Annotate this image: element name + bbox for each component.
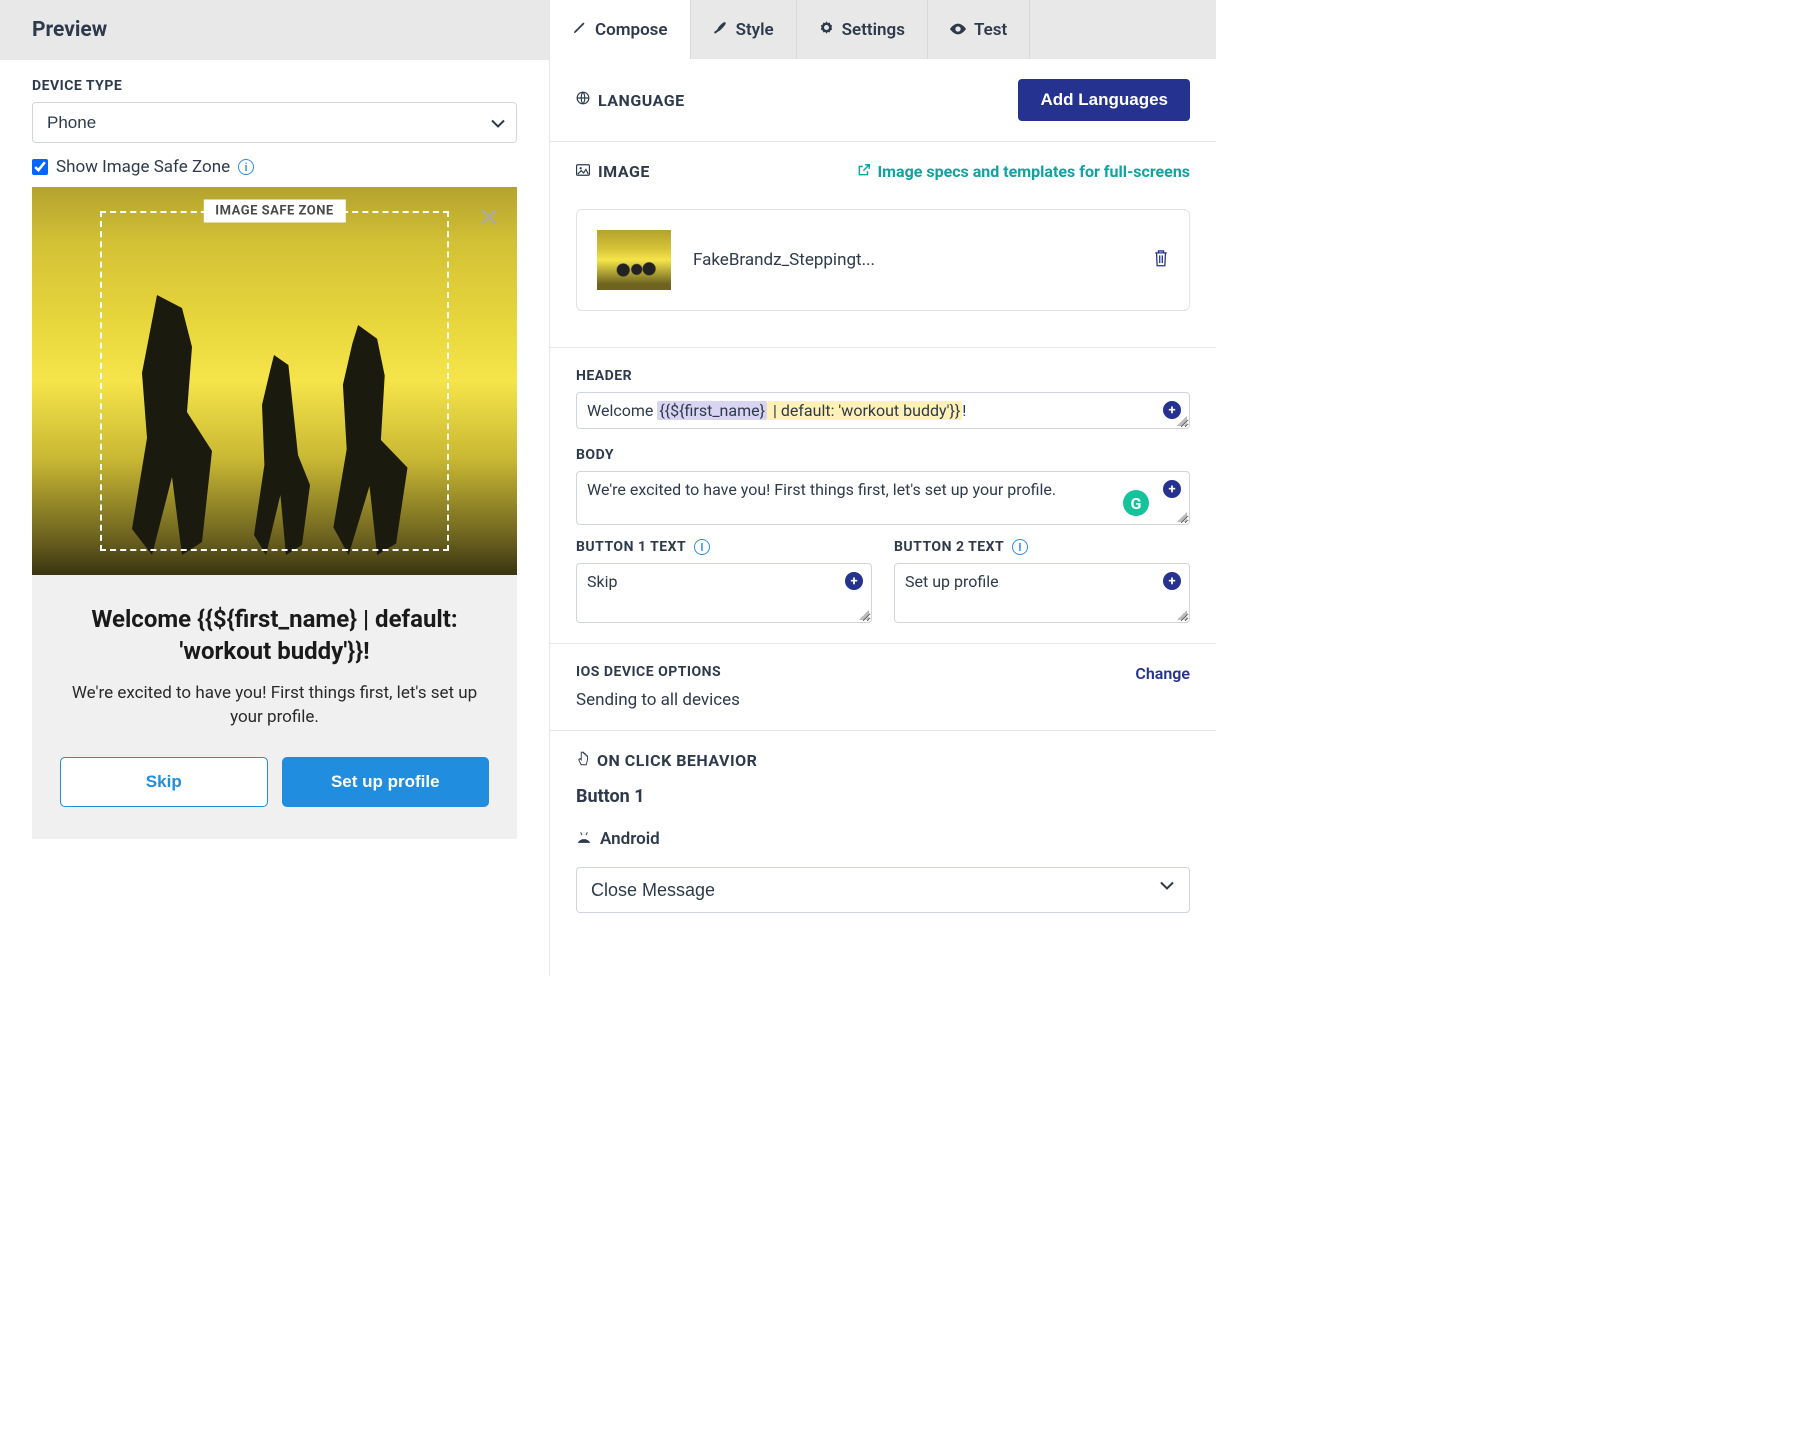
device-type-label: DEVICE TYPE xyxy=(32,78,517,94)
click-button1-label: Button 1 xyxy=(576,786,1190,807)
trash-icon[interactable] xyxy=(1153,249,1169,272)
ios-status-text: Sending to all devices xyxy=(576,690,740,710)
button2-text-label: BUTTON 2 TEXT i xyxy=(894,539,1190,555)
info-icon[interactable]: i xyxy=(1012,539,1028,555)
compose-fields-section: HEADER Welcome {{${first_name} | default… xyxy=(550,348,1216,644)
ios-change-link[interactable]: Change xyxy=(1135,664,1190,683)
image-upload-card: FakeBrandz_Steppingt... xyxy=(576,209,1190,311)
add-personalization-button[interactable]: + xyxy=(1163,572,1181,590)
resize-handle[interactable] xyxy=(1177,512,1187,522)
click-behavior-section: ON CLICK BEHAVIOR Button 1 Android Close… xyxy=(550,731,1216,933)
preview-button-skip[interactable]: Skip xyxy=(60,757,268,807)
header-input[interactable]: Welcome {{${first_name} | default: 'work… xyxy=(576,392,1190,429)
add-personalization-button[interactable]: + xyxy=(1163,480,1181,498)
language-title: LANGUAGE xyxy=(576,91,685,110)
external-link-icon xyxy=(857,162,871,181)
image-thumbnail[interactable] xyxy=(597,230,671,290)
add-languages-button[interactable]: Add Languages xyxy=(1018,79,1190,121)
preview-header-text: Welcome {{${first_name} | default: 'work… xyxy=(60,603,489,668)
button1-text-input[interactable]: Skip + xyxy=(576,563,872,623)
language-section: LANGUAGE Add Languages xyxy=(550,59,1216,142)
click-behavior-title: ON CLICK BEHAVIOR xyxy=(576,751,1190,770)
add-personalization-button[interactable]: + xyxy=(845,572,863,590)
pencil-icon xyxy=(572,20,587,39)
brush-icon xyxy=(713,20,728,39)
device-type-select[interactable]: Phone xyxy=(32,102,517,143)
on-click-select[interactable]: Close Message xyxy=(576,867,1190,913)
preview-body-text: We're excited to have you! First things … xyxy=(60,682,489,730)
image-safe-zone-box: IMAGE SAFE ZONE xyxy=(100,211,449,551)
gear-icon xyxy=(819,20,834,39)
safe-zone-checkbox[interactable] xyxy=(32,159,48,175)
preview-title: Preview xyxy=(0,0,549,60)
info-icon[interactable]: i xyxy=(694,539,710,555)
liquid-variable-token: {{${first_name} xyxy=(657,401,767,420)
editor-panel: Compose Style Settings Test xyxy=(549,0,1216,976)
ios-options-section: IOS DEVICE OPTIONS Sending to all device… xyxy=(550,644,1216,731)
tab-test[interactable]: Test xyxy=(928,0,1030,59)
phone-preview: IMAGE SAFE ZONE Welcome {{${first_name} … xyxy=(32,187,517,839)
preview-button-setup[interactable]: Set up profile xyxy=(282,757,490,807)
eye-icon xyxy=(950,21,966,39)
grammarly-icon[interactable]: G xyxy=(1123,490,1149,516)
tab-settings[interactable]: Settings xyxy=(797,0,928,59)
tab-bar: Compose Style Settings Test xyxy=(550,0,1216,59)
android-icon xyxy=(576,829,592,849)
image-icon xyxy=(576,164,590,180)
resize-handle[interactable] xyxy=(1177,610,1187,620)
close-icon[interactable] xyxy=(479,205,499,233)
resize-handle[interactable] xyxy=(1177,416,1187,426)
liquid-filter-token: | default: 'workout buddy'}} xyxy=(767,401,962,420)
image-title: IMAGE xyxy=(576,162,650,181)
image-section: IMAGE Image specs and templates for full… xyxy=(550,142,1216,348)
image-specs-link[interactable]: Image specs and templates for full-scree… xyxy=(857,162,1190,181)
preview-panel: Preview DEVICE TYPE Phone Show Image Saf… xyxy=(0,0,549,976)
tab-compose[interactable]: Compose xyxy=(550,0,691,59)
preview-image: IMAGE SAFE ZONE xyxy=(32,187,517,575)
pointer-icon xyxy=(576,751,589,770)
info-icon[interactable]: i xyxy=(238,159,254,175)
android-row: Android xyxy=(576,829,1190,849)
header-field-label: HEADER xyxy=(576,368,1190,384)
globe-icon xyxy=(576,91,590,109)
resize-handle[interactable] xyxy=(859,610,869,620)
body-field-label: BODY xyxy=(576,447,1190,463)
safe-zone-checkbox-label: Show Image Safe Zone xyxy=(56,157,230,177)
tab-style[interactable]: Style xyxy=(691,0,797,59)
safe-zone-checkbox-row[interactable]: Show Image Safe Zone i xyxy=(32,157,517,177)
ios-options-title: IOS DEVICE OPTIONS xyxy=(576,664,740,680)
add-personalization-button[interactable]: + xyxy=(1163,401,1181,419)
button1-text-label: BUTTON 1 TEXT i xyxy=(576,539,872,555)
body-input[interactable]: We're excited to have you! First things … xyxy=(576,471,1190,525)
safe-zone-label: IMAGE SAFE ZONE xyxy=(203,200,345,223)
button2-text-input[interactable]: Set up profile + xyxy=(894,563,1190,623)
image-filename: FakeBrandz_Steppingt... xyxy=(693,250,1131,270)
